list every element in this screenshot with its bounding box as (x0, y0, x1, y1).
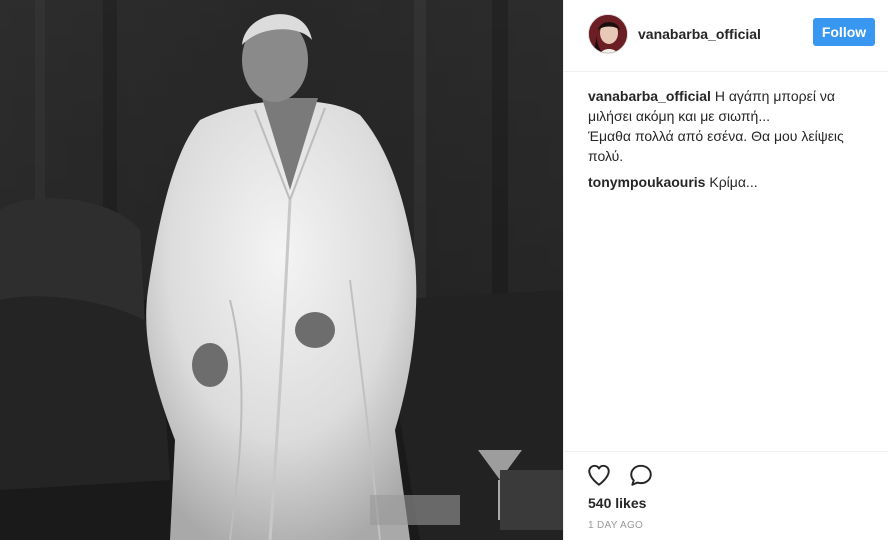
likes-count[interactable]: 540 likes (588, 495, 646, 511)
post-side-panel: vanabarba_official Follow vanabarba_offi… (563, 0, 888, 540)
comment-username[interactable]: tonympoukaouris (588, 174, 705, 190)
post-actions: 540 likes 1 DAY AGO (564, 451, 888, 531)
comment-item: tonympoukaouris Κρίμα... (588, 172, 878, 192)
caption: vanabarba_official Η αγάπη μπορεί να μιλ… (588, 86, 878, 166)
caption-username[interactable]: vanabarba_official (588, 88, 711, 104)
avatar-image (589, 15, 627, 53)
post-header: vanabarba_official Follow (564, 0, 888, 72)
post-photo[interactable] (0, 0, 563, 540)
comments-list: vanabarba_official Η αγάπη μπορεί να μιλ… (588, 86, 878, 198)
post-author-username[interactable]: vanabarba_official (638, 26, 761, 42)
post-timestamp[interactable]: 1 DAY AGO (588, 520, 643, 531)
action-icons (586, 462, 654, 488)
comment-bubble-icon[interactable] (628, 462, 654, 488)
heart-icon[interactable] (586, 462, 612, 488)
follow-button[interactable]: Follow (813, 18, 875, 46)
avatar[interactable] (588, 14, 628, 54)
photo-bw-woman-white-gown (0, 0, 563, 540)
comment-text: Κρίμα... (709, 174, 758, 190)
